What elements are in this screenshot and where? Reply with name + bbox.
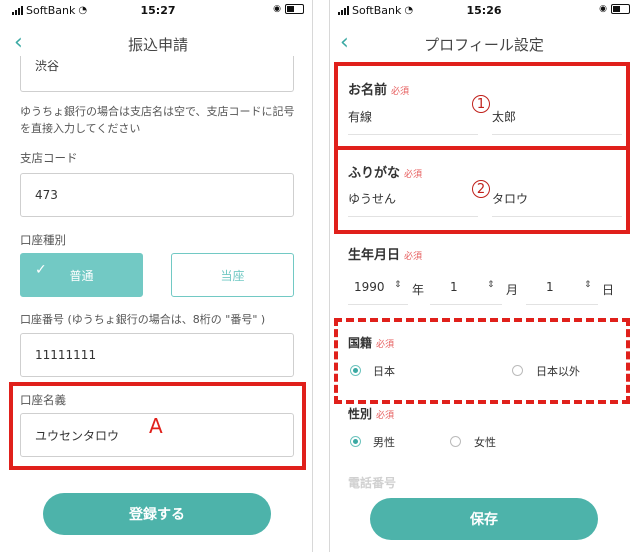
birthday-label: 生年月日 必須: [348, 248, 423, 263]
profile-settings-screen: SoftBank ◔ 15:26 ◉ ‹ プロフィール設定 お名前 必須 有線 太…: [329, 0, 638, 552]
rotation-lock-icon: ◉: [273, 4, 281, 14]
battery-icon: [611, 4, 630, 14]
birth-month-select[interactable]: 1: [450, 280, 458, 294]
bank-transfer-screen: SoftBank ◔ 15:27 ◉ ‹ 振込申請 渋谷 ゆうちょ銀行の場合は支…: [4, 0, 313, 552]
status-time: 15:27: [140, 4, 176, 17]
page-title: 振込申請: [127, 36, 188, 54]
page-title: プロフィール設定: [424, 36, 544, 54]
branch-code-label: 支店コード: [20, 151, 78, 165]
annotation-marker-2: 2: [472, 180, 490, 198]
branch-code-input[interactable]: 473: [20, 173, 294, 217]
status-time: 15:26: [466, 4, 502, 17]
gender-male-radio[interactable]: [350, 436, 361, 447]
required-badge: 必須: [404, 252, 423, 262]
account-type-current-button[interactable]: 当座: [171, 253, 294, 297]
required-badge: 必須: [376, 411, 395, 421]
annotation-marker-a: A: [149, 414, 163, 438]
account-number-input[interactable]: 11111111: [20, 333, 294, 377]
status-bar: SoftBank ◔ 15:27 ◉: [4, 0, 312, 22]
phone-label-partial: 電話番号: [348, 476, 397, 490]
rotation-lock-icon: ◉: [599, 4, 607, 14]
account-number-label: 口座番号 (ゆうちょ銀行の場合は、8桁の "番号" ): [20, 313, 266, 326]
gender-female-label: 女性: [474, 436, 496, 449]
gender-female-radio[interactable]: [450, 436, 461, 447]
branch-note: ゆうちょ銀行の場合は支店名は空で、支店コードに記号を直接入力してください: [20, 105, 295, 135]
battery-icon: [285, 4, 304, 14]
status-bar: SoftBank ◔ 15:26 ◉: [330, 0, 638, 22]
year-stepper-icon[interactable]: ⇕: [394, 280, 402, 290]
birth-year-select[interactable]: 1990: [354, 280, 385, 294]
save-button[interactable]: 保存: [370, 498, 598, 540]
day-stepper-icon[interactable]: ⇕: [584, 280, 592, 290]
account-type-label: 口座種別: [20, 233, 66, 247]
check-icon: ✓: [35, 262, 47, 278]
nav-bar: ‹ プロフィール設定: [330, 22, 638, 66]
annotation-box-nationality: [334, 318, 630, 404]
gender-label: 性別 必須: [348, 407, 395, 421]
account-type-ordinary-button[interactable]: ✓ 普通: [20, 253, 143, 297]
branch-name-input[interactable]: 渋谷: [20, 56, 294, 92]
annotation-marker-1: 1: [472, 95, 490, 113]
birth-day-select[interactable]: 1: [546, 280, 554, 294]
month-stepper-icon[interactable]: ⇕: [487, 280, 495, 290]
register-button[interactable]: 登録する: [43, 493, 271, 535]
gender-male-label: 男性: [373, 436, 395, 449]
